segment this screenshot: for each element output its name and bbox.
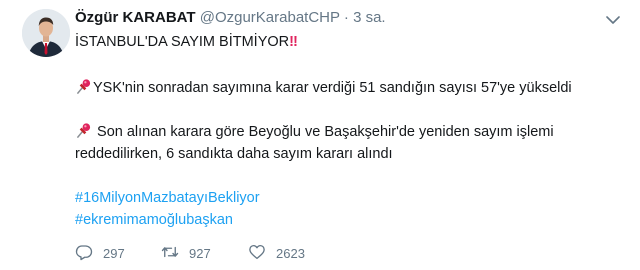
retweet-icon [161, 243, 179, 264]
author-handle[interactable]: @OzgurKarabatCHP [200, 9, 340, 26]
hashtag-link[interactable]: #ekremimamoğlubaşkan [75, 211, 233, 230]
tweet-text-line: YSK'nin sonradan sayımına karar verdiği … [75, 78, 572, 98]
heart-icon [248, 243, 266, 264]
like-button[interactable]: 2623 [248, 243, 305, 263]
tweet-headline: İSTANBUL'DA SAYIM BİTMİYOR [75, 34, 290, 50]
double-exclamation-emoji: ‼ [289, 34, 298, 50]
tweet-header: Özgür KARABAT @OzgurKarabatCHP · 3 sa. [75, 9, 386, 27]
avatar[interactable] [22, 9, 70, 57]
tweet-text-line: Son alınan karara göre Beyoğlu ve Başakş… [75, 122, 554, 142]
author-name[interactable]: Özgür KARABAT [75, 9, 196, 26]
tweet-text-line: İSTANBUL'DA SAYIM BİTMİYOR‼ [75, 33, 298, 52]
tweet[interactable]: Özgür KARABAT @OzgurKarabatCHP · 3 sa. İ… [0, 0, 640, 270]
retweet-count: 927 [189, 245, 211, 261]
retweet-button[interactable]: 927 [161, 243, 211, 263]
reply-count: 297 [103, 245, 125, 261]
reply-button[interactable]: 297 [75, 243, 125, 263]
tweet-body-paragraph: Son alınan karara göre Beyoğlu ve Başakş… [93, 124, 554, 140]
tweet-timestamp[interactable]: 3 sa. [353, 9, 386, 26]
pushpin-icon [75, 122, 92, 139]
pushpin-icon [75, 78, 92, 95]
hashtag-link[interactable]: #16MilyonMazbatayıBekliyor [75, 189, 260, 208]
reply-icon [75, 243, 93, 264]
separator-dot: · [343, 9, 349, 26]
tweet-body-paragraph: YSK'nin sonradan sayımına karar verdiği … [93, 80, 572, 96]
tweet-body-paragraph-continued: reddedilirken, 6 sandıkta daha sayım kar… [75, 146, 393, 162]
chevron-down-icon[interactable] [606, 12, 620, 24]
like-count: 2623 [276, 245, 305, 261]
tweet-text-line: reddedilirken, 6 sandıkta daha sayım kar… [75, 145, 393, 164]
